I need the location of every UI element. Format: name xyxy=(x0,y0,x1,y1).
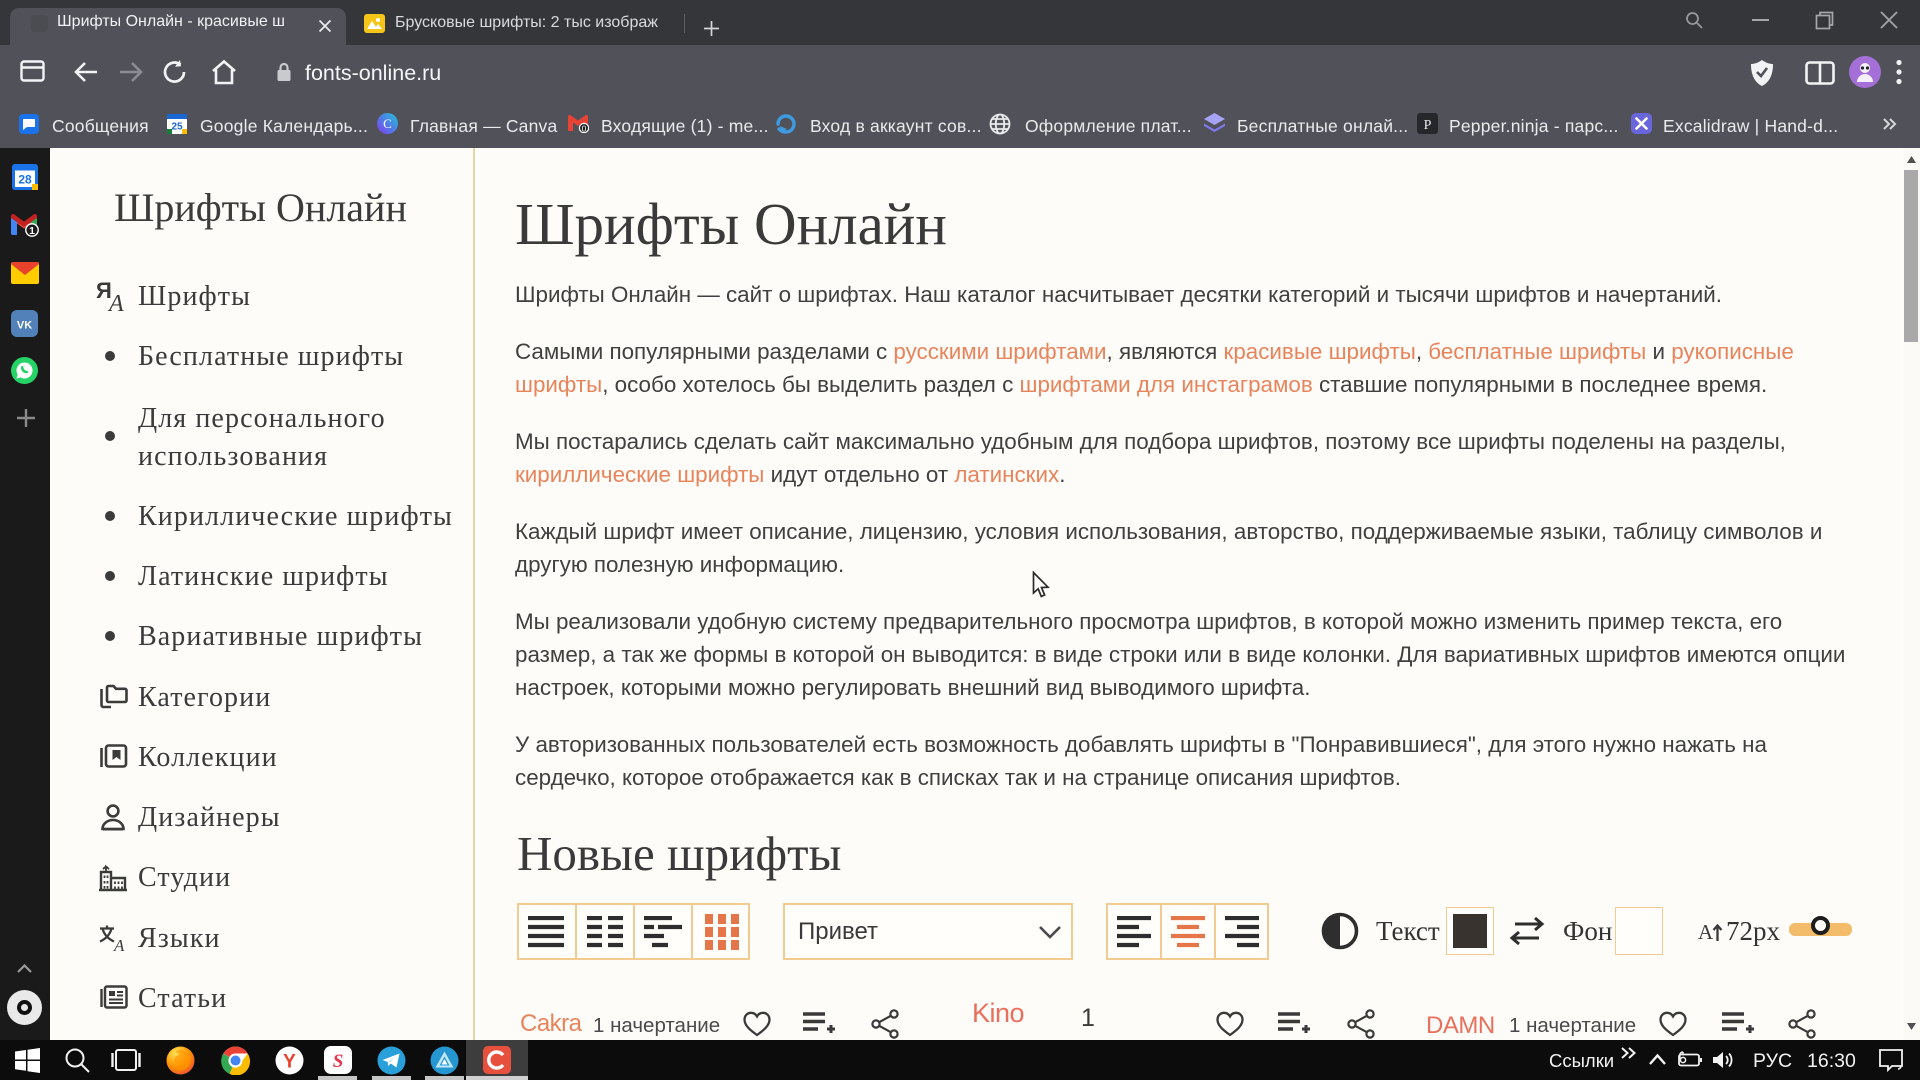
svg-text:C: C xyxy=(383,116,392,131)
svg-text:A: A xyxy=(107,291,124,314)
svg-text:Y: Y xyxy=(283,1052,296,1073)
svg-text:25: 25 xyxy=(171,122,183,133)
svg-text:A: A xyxy=(113,936,125,953)
svg-text:VK: VK xyxy=(17,320,32,332)
svg-text:P: P xyxy=(1424,118,1432,133)
svg-text:S: S xyxy=(333,1051,344,1072)
svg-text:A: A xyxy=(1698,920,1714,943)
svg-text:28: 28 xyxy=(18,173,32,187)
svg-text:1: 1 xyxy=(29,225,35,237)
svg-text:0: 0 xyxy=(582,123,587,133)
